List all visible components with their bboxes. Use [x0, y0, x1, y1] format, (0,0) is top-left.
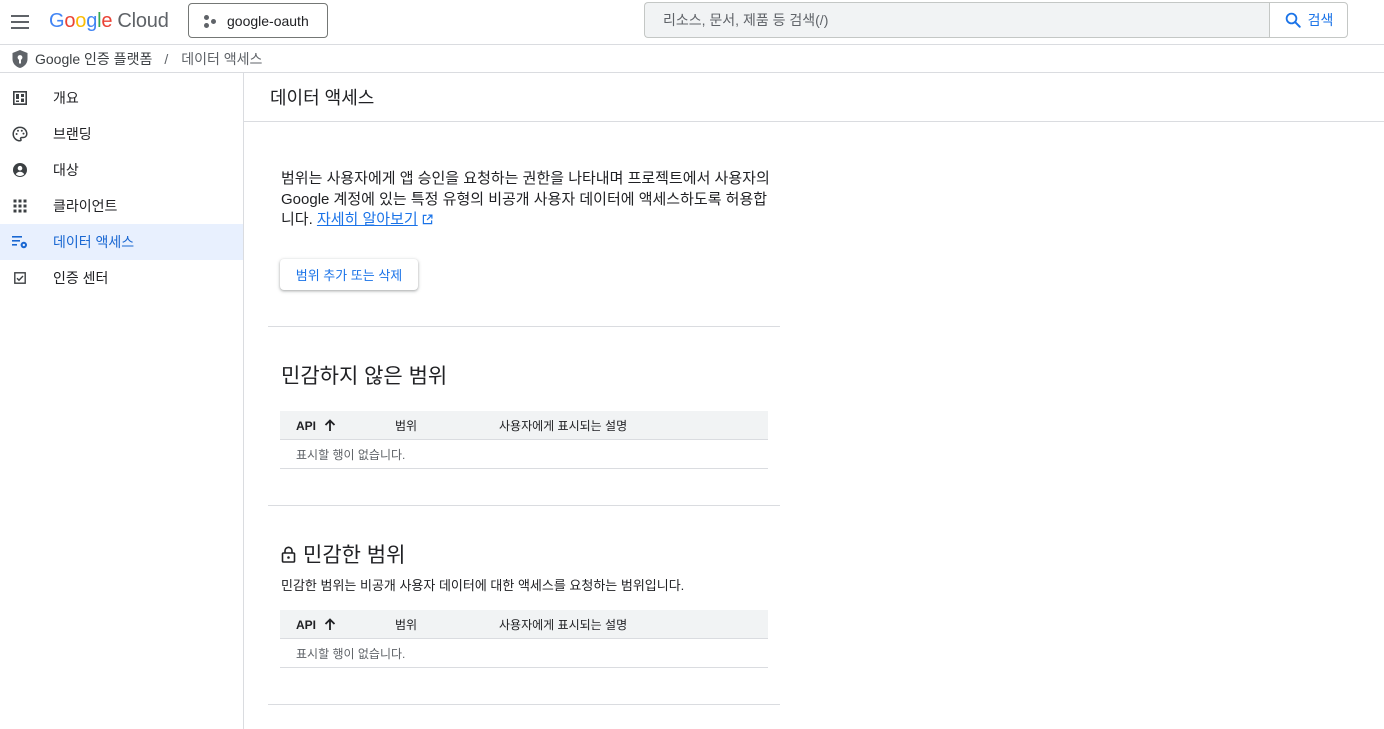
- sidebar-item-branding[interactable]: 브랜딩: [0, 116, 243, 152]
- sidebar-item-label: 클라이언트: [53, 198, 118, 214]
- hamburger-menu-icon[interactable]: [6, 8, 34, 36]
- arrow-up-icon: [324, 419, 336, 431]
- table-header: API 범위 사용자에게 표시되는 설명: [280, 411, 768, 440]
- project-picker-button[interactable]: google-oauth: [188, 3, 328, 38]
- sidebar-item-label: 개요: [53, 90, 79, 106]
- external-link-icon: [422, 214, 433, 225]
- arrow-up-icon: [324, 618, 336, 630]
- sidebar: 개요 브랜딩 대상 클라이언트 데이터 액세스 인증 센터: [0, 73, 244, 729]
- google-cloud-logo[interactable]: Google Cloud: [49, 10, 169, 33]
- empty-table-message: 표시할 행이 없습니다.: [280, 440, 768, 469]
- shield-icon: [12, 49, 28, 68]
- divider: [268, 326, 780, 327]
- page-title: 데이터 액세스: [244, 73, 1384, 122]
- apps-grid-icon: [12, 198, 28, 214]
- search-button[interactable]: 검색: [1269, 2, 1348, 38]
- top-bar: GoogleCloud google-oauth 검색: [0, 0, 1384, 45]
- sidebar-item-data-access[interactable]: 데이터 액세스: [0, 224, 243, 260]
- column-header-label: API: [296, 418, 317, 433]
- search-box: [644, 2, 1270, 38]
- column-header-user-facing-description: 사용자에게 표시되는 설명: [499, 618, 628, 632]
- lock-icon: [281, 546, 296, 563]
- sidebar-item-label: 인증 센터: [53, 270, 109, 286]
- section-title-text: 민감하지 않은 범위: [281, 365, 448, 388]
- person-icon: [12, 162, 28, 178]
- divider: [268, 704, 780, 705]
- project-icon: [203, 14, 217, 28]
- sidebar-item-overview[interactable]: 개요: [0, 80, 243, 116]
- sidebar-item-audience[interactable]: 대상: [0, 152, 243, 188]
- scopes-intro: 범위는 사용자에게 앱 승인을 요청하는 권한을 나타내며 프로젝트에서 사용자…: [281, 169, 771, 231]
- project-name: google-oauth: [227, 12, 309, 29]
- column-header-scope: 범위: [395, 419, 418, 433]
- search-button-label: 검색: [1307, 12, 1334, 28]
- column-header-scope: 범위: [395, 618, 418, 632]
- search-icon: [1285, 12, 1301, 28]
- column-header-api[interactable]: API: [296, 610, 336, 639]
- sidebar-item-clients[interactable]: 클라이언트: [0, 188, 243, 224]
- breadcrumb: Google 인증 플랫폼 / 데이터 액세스: [0, 45, 1384, 73]
- breadcrumb-product-link[interactable]: Google 인증 플랫폼: [35, 49, 152, 69]
- column-header-label: API: [296, 617, 317, 632]
- checkbox-icon: [12, 270, 28, 286]
- sidebar-item-label: 데이터 액세스: [53, 234, 135, 250]
- sensitive-scopes-title: 민감한 범위: [281, 539, 405, 569]
- data-access-icon: [12, 234, 28, 250]
- column-header-user-facing-description: 사용자에게 표시되는 설명: [499, 419, 628, 433]
- sensitive-scopes-description: 민감한 범위는 비공개 사용자 데이터에 대한 액세스를 요청하는 범위입니다.: [281, 578, 685, 593]
- breadcrumb-current: 데이터 액세스: [181, 50, 263, 67]
- table-header: API 범위 사용자에게 표시되는 설명: [280, 610, 768, 639]
- palette-icon: [12, 126, 28, 142]
- learn-more-label: 자세히 알아보기: [316, 211, 418, 228]
- empty-table-message: 표시할 행이 없습니다.: [280, 639, 768, 668]
- sidebar-item-label: 브랜딩: [53, 126, 92, 142]
- sensitive-scopes-table: API 범위 사용자에게 표시되는 설명 표시할 행이 없습니다.: [280, 610, 768, 668]
- search-input[interactable]: [663, 12, 1270, 28]
- sidebar-item-label: 대상: [53, 162, 79, 178]
- main-content: 데이터 액세스 범위는 사용자에게 앱 승인을 요청하는 권한을 나타내며 프로…: [244, 73, 1384, 729]
- learn-more-link[interactable]: 자세히 알아보기: [317, 211, 418, 228]
- section-title-text: 민감한 범위: [303, 544, 406, 567]
- column-header-api[interactable]: API: [296, 411, 336, 440]
- add-or-remove-scopes-button[interactable]: 범위 추가 또는 삭제: [280, 259, 418, 290]
- sidebar-item-verification-center[interactable]: 인증 센터: [0, 260, 243, 296]
- divider: [268, 505, 780, 506]
- non-sensitive-scopes-title: 민감하지 않은 범위: [281, 360, 447, 390]
- breadcrumb-separator: /: [164, 50, 169, 67]
- non-sensitive-scopes-table: API 범위 사용자에게 표시되는 설명 표시할 행이 없습니다.: [280, 411, 768, 469]
- dashboard-icon: [12, 90, 28, 106]
